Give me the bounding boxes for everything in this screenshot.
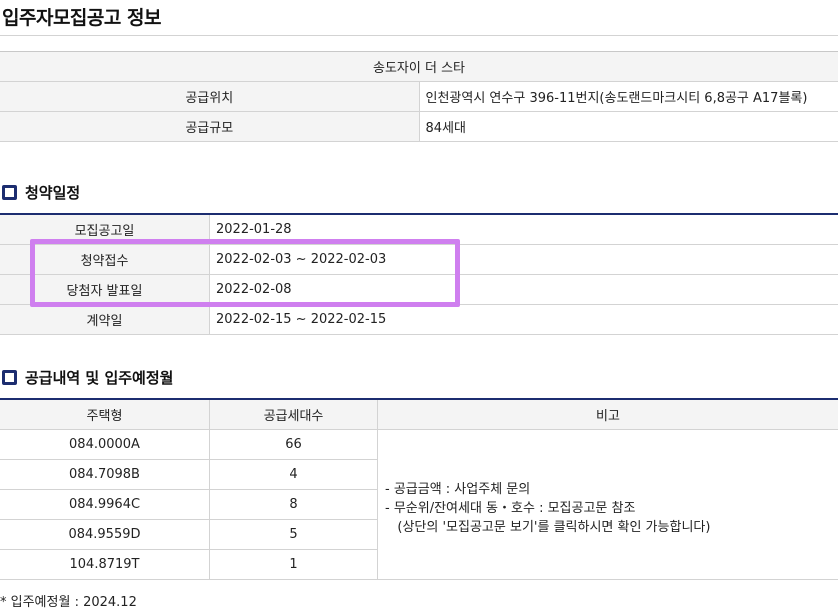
unit-count: 1: [209, 549, 378, 580]
info-row-scale: 공급규모 84세대: [0, 111, 838, 142]
supply-header-row: 주택형 공급세대수 비고: [0, 399, 838, 430]
remark-line: - 공급금액 : 사업주체 문의: [385, 482, 531, 497]
scale-label: 공급규모: [0, 111, 420, 142]
complex-name: 송도자이 더 스타: [0, 51, 838, 82]
table-row: 084.0000A 66 - 공급금액 : 사업주체 문의 - 무순위/잔여세대…: [0, 429, 838, 580]
schedule-label: 계약일: [0, 304, 210, 335]
supply-section-title: 공급내역 및 입주예정월: [25, 368, 174, 387]
remark-line: (상단의 '모집공고문 보기'를 클릭하시면 확인 가능합니다): [385, 520, 711, 535]
remarks-cell: - 공급금액 : 사업주체 문의 - 무순위/잔여세대 동・호수 : 모집공고문…: [377, 429, 838, 580]
schedule-section-title: 청약일정: [25, 183, 81, 202]
housing-type: 084.9559D: [0, 519, 210, 550]
col-header-count: 공급세대수: [209, 399, 378, 430]
info-row-location: 공급위치 인천광역시 연수구 396-11번지(송도랜드마크시티 6,8공구 A…: [0, 81, 838, 112]
location-value: 인천광역시 연수구 396-11번지(송도랜드마크시티 6,8공구 A17블록): [419, 81, 838, 112]
schedule-label: 당첨자 발표일: [0, 274, 210, 305]
scale-value: 84세대: [419, 111, 838, 142]
col-header-note: 비고: [377, 399, 838, 430]
schedule-label: 모집공고일: [0, 214, 210, 245]
move-in-footnote: * 입주예정월 : 2024.12: [0, 595, 137, 610]
square-bullet-icon: [2, 184, 17, 200]
housing-type: 084.9964C: [0, 489, 210, 520]
complex-name-row: 송도자이 더 스타: [0, 51, 838, 82]
square-bullet-icon: [2, 369, 17, 385]
schedule-label: 청약접수: [0, 244, 210, 275]
page-title: 입주자모집공고 정보: [2, 7, 161, 29]
complex-info-table: 송도자이 더 스타 공급위치 인천광역시 연수구 396-11번지(송도랜드마크…: [0, 51, 838, 142]
title-divider: [0, 35, 838, 36]
unit-count: 8: [209, 489, 378, 520]
schedule-row: 모집공고일 2022-01-28: [0, 214, 838, 245]
housing-type: 104.8719T: [0, 549, 210, 580]
schedule-section-header: 청약일정: [2, 182, 80, 202]
schedule-row: 당첨자 발표일 2022-02-08: [0, 274, 838, 305]
unit-count: 5: [209, 519, 378, 550]
supply-table: 주택형 공급세대수 비고 084.0000A 66 - 공급금액 : 사업주체 …: [0, 398, 838, 580]
schedule-row: 청약접수 2022-02-03 ~ 2022-02-03: [0, 244, 838, 275]
housing-type: 084.0000A: [0, 429, 210, 460]
location-label: 공급위치: [0, 81, 420, 112]
schedule-row: 계약일 2022-02-15 ~ 2022-02-15: [0, 304, 838, 335]
unit-count: 66: [209, 429, 378, 460]
schedule-value: 2022-02-08: [209, 274, 838, 305]
supply-section-header: 공급내역 및 입주예정월: [2, 367, 173, 387]
unit-count: 4: [209, 459, 378, 490]
col-header-type: 주택형: [0, 399, 210, 430]
housing-type: 084.7098B: [0, 459, 210, 490]
remark-line: - 무순위/잔여세대 동・호수 : 모집공고문 참조: [385, 501, 636, 516]
schedule-value: 2022-01-28: [209, 214, 838, 245]
schedule-table: 모집공고일 2022-01-28 청약접수 2022-02-03 ~ 2022-…: [0, 213, 838, 335]
schedule-value: 2022-02-03 ~ 2022-02-03: [209, 244, 838, 275]
schedule-value: 2022-02-15 ~ 2022-02-15: [209, 304, 838, 335]
